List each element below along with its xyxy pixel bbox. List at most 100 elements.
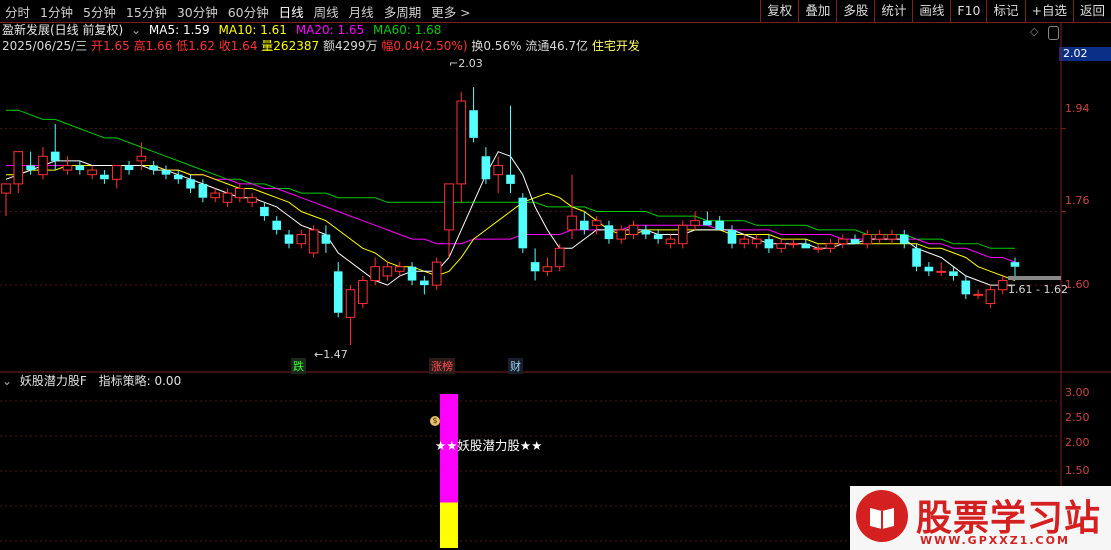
candle-body — [985, 289, 996, 305]
candle-body — [407, 266, 417, 281]
chevron-down-icon[interactable]: ⌄ — [2, 374, 12, 388]
ind-tick-4: 1.50 — [1065, 464, 1090, 477]
ind-tick-3: 2.00 — [1065, 436, 1090, 449]
candle — [75, 160, 85, 175]
candle-body — [912, 248, 921, 267]
candle-body — [161, 170, 171, 175]
candle — [764, 234, 774, 253]
candle-body — [580, 220, 589, 230]
book-icon-svg — [870, 508, 894, 529]
candle-body — [677, 224, 688, 245]
price-chart[interactable] — [0, 0, 1111, 550]
ind-tick-1: 3.00 — [1065, 386, 1090, 399]
candle-body — [776, 243, 787, 249]
indicator-header: ⌄ 妖股潜力股F 指标策略: 0.00 — [2, 374, 181, 388]
candle-body — [308, 229, 319, 254]
candle-body — [837, 238, 848, 245]
candle-body — [665, 238, 676, 245]
candle — [554, 243, 565, 272]
candle-body — [715, 220, 724, 230]
candle — [936, 262, 946, 276]
candle — [874, 229, 885, 244]
candle-body — [321, 234, 331, 244]
marker-zhangbang[interactable]: 涨榜 — [429, 358, 455, 374]
candle — [690, 211, 700, 230]
high-label: ⌐2.03 — [449, 57, 483, 70]
candle-body — [887, 234, 897, 240]
indicator-title: 妖股潜力股F — [19, 374, 87, 388]
candle-body — [1, 183, 11, 194]
candle-body — [604, 225, 614, 240]
candle-body — [653, 234, 663, 240]
candle — [444, 183, 454, 258]
candle — [825, 239, 836, 253]
candle-body — [751, 238, 762, 245]
candle — [382, 262, 393, 281]
candle-body — [788, 243, 799, 246]
candle-body — [764, 239, 774, 249]
candle-body — [394, 266, 405, 272]
candle-body — [186, 179, 195, 189]
candle — [506, 105, 515, 194]
candle-body — [862, 234, 873, 245]
candle — [50, 124, 60, 171]
candle-body — [358, 280, 368, 305]
candle — [1, 183, 11, 217]
candle — [173, 170, 183, 184]
candle-body — [801, 243, 811, 249]
marker-die[interactable]: 跌 — [291, 358, 306, 374]
candle-body — [530, 262, 540, 272]
candle-body — [949, 271, 958, 276]
candle-body — [50, 151, 60, 161]
candle — [431, 257, 442, 290]
candle — [394, 262, 405, 276]
candle — [739, 234, 750, 249]
candle-body — [420, 280, 429, 286]
candle-body — [111, 164, 122, 180]
coin-icon: $ — [430, 416, 440, 426]
candle-body — [493, 164, 504, 176]
candle-body — [431, 261, 442, 286]
candle — [665, 234, 676, 249]
candle-body — [825, 243, 836, 249]
candle — [222, 188, 233, 207]
candle — [973, 289, 983, 299]
candle — [776, 239, 787, 253]
candle-body — [542, 266, 553, 272]
marker-cai[interactable]: 财 — [508, 358, 523, 374]
candle-body — [296, 234, 307, 245]
candle-body — [628, 224, 639, 236]
candle — [751, 234, 762, 249]
candle-body — [173, 174, 183, 180]
candle-body — [333, 271, 343, 313]
candle — [149, 160, 158, 175]
candle-body — [87, 169, 97, 176]
candle — [100, 170, 109, 184]
candle — [321, 225, 331, 253]
candle-body — [124, 165, 134, 171]
candle — [862, 229, 873, 249]
candle — [345, 285, 356, 345]
candle-body — [149, 165, 158, 171]
candle-body — [481, 156, 491, 180]
low-label: ←1.47 — [314, 348, 348, 361]
candle — [912, 243, 921, 272]
candle — [997, 275, 1008, 295]
candle-body — [591, 220, 602, 226]
candle — [296, 229, 307, 249]
candle — [518, 193, 528, 253]
candle — [308, 225, 319, 258]
candle-body — [210, 192, 220, 199]
signal-label: ★★妖股潜力股★★ — [435, 438, 543, 453]
watermark-logo: 股票学习站 WWW.GPXXZ1.COM — [850, 486, 1111, 550]
candle-body — [370, 266, 380, 282]
candle — [62, 156, 73, 175]
candle-body — [961, 280, 971, 295]
candle-body — [874, 234, 885, 240]
candle — [924, 262, 934, 276]
candle — [210, 188, 220, 203]
candle-body — [469, 110, 478, 138]
candle-body — [26, 165, 35, 171]
candle-body — [345, 289, 356, 318]
candle-body — [13, 151, 24, 185]
